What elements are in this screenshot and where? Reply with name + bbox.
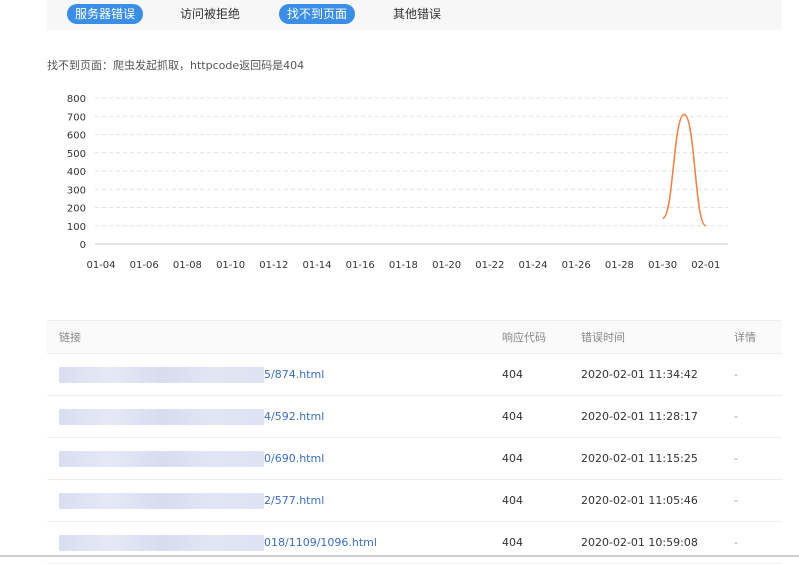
redacted-url-prefix [59, 492, 264, 509]
redacted-url-prefix [59, 534, 264, 551]
x-tick-label: 01-26 [562, 260, 591, 271]
error-url-link[interactable]: 0/690.html [264, 452, 324, 465]
error-url-link[interactable]: 4/592.html [264, 410, 324, 423]
x-tick-label: 01-10 [216, 260, 245, 271]
tab-page-not-found[interactable]: 找不到页面 [279, 4, 355, 24]
table-header-row: 链接 响应代码 错误时间 详情 [47, 321, 782, 354]
link-cell: 0/690.html [59, 438, 499, 479]
code-cell: 404 [502, 452, 523, 465]
code-cell: 404 [502, 368, 523, 381]
x-tick-label: 01-04 [86, 260, 115, 271]
detail-cell: - [734, 494, 738, 507]
y-tick-label: 300 [67, 185, 86, 196]
series-line [661, 113, 707, 227]
page-description: 找不到页面：爬虫发起抓取，httpcode返回码是404 [47, 59, 305, 72]
x-tick-label: 02-01 [691, 260, 720, 271]
header-link: 链接 [59, 331, 81, 344]
redacted-url-prefix [59, 366, 264, 383]
x-tick-label: 01-16 [346, 260, 375, 271]
tab-access-denied[interactable]: 访问被拒绝 [172, 4, 248, 24]
y-tick-label: 200 [67, 204, 86, 215]
y-tick-label: 700 [67, 112, 86, 123]
x-tick-label: 01-08 [173, 260, 202, 271]
time-cell: 2020-02-01 11:34:42 [581, 368, 698, 381]
x-tick-label: 01-06 [130, 260, 159, 271]
redacted-url-prefix [59, 450, 264, 467]
time-cell: 2020-02-01 11:15:25 [581, 452, 698, 465]
x-tick-label: 01-22 [475, 260, 504, 271]
y-tick-label: 100 [67, 222, 86, 233]
y-tick-label: 400 [67, 167, 86, 178]
x-tick-label: 01-28 [605, 260, 634, 271]
time-cell: 2020-02-01 11:28:17 [581, 410, 698, 423]
error-url-link[interactable]: 018/1109/1096.html [264, 536, 377, 549]
x-tick-label: 01-12 [259, 260, 288, 271]
y-tick-label: 500 [67, 149, 86, 160]
detail-cell: - [734, 368, 738, 381]
link-cell: 4/592.html [59, 396, 499, 437]
y-tick-label: 600 [67, 131, 86, 142]
error-url-link[interactable]: 5/874.html [264, 368, 324, 381]
header-time: 错误时间 [581, 331, 625, 344]
y-tick-label: 800 [67, 94, 86, 105]
link-cell: 5/874.html [59, 354, 499, 395]
error-table: 链接 响应代码 错误时间 详情 5/874.html 404 2020-02-0… [47, 320, 782, 564]
error-type-tabbar: 服务器错误 访问被拒绝 找不到页面 其他错误 [47, 0, 782, 30]
tab-server-error[interactable]: 服务器错误 [67, 4, 143, 24]
table-row: 0/690.html 404 2020-02-01 11:15:25 - [47, 438, 782, 480]
error-url-link[interactable]: 2/577.html [264, 494, 324, 507]
tab-other-error[interactable]: 其他错误 [387, 4, 447, 24]
detail-cell: - [734, 452, 738, 465]
detail-cell: - [734, 410, 738, 423]
time-cell: 2020-02-01 11:05:46 [581, 494, 698, 507]
error-trend-chart: 0 100 200 300 400 500 600 700 800 01-04 01-06 01-08… [67, 94, 728, 271]
code-cell: 404 [502, 410, 523, 423]
link-cell: 2/577.html [59, 480, 499, 521]
x-tick-label: 01-30 [648, 260, 677, 271]
table-row: 2/577.html 404 2020-02-01 11:05:46 - [47, 480, 782, 522]
x-tick-label: 01-20 [432, 260, 461, 271]
table-row: 4/592.html 404 2020-02-01 11:28:17 - [47, 396, 782, 438]
header-code: 响应代码 [502, 331, 546, 344]
code-cell: 404 [502, 494, 523, 507]
redacted-url-prefix [59, 408, 264, 425]
y-tick-label: 0 [80, 240, 86, 251]
x-tick-label: 01-24 [518, 260, 547, 271]
x-tick-label: 01-14 [302, 260, 331, 271]
table-row: 5/874.html 404 2020-02-01 11:34:42 - [47, 354, 782, 396]
page-bottom-divider [0, 555, 799, 557]
x-tick-label: 01-18 [389, 260, 418, 271]
header-detail: 详情 [734, 331, 756, 344]
